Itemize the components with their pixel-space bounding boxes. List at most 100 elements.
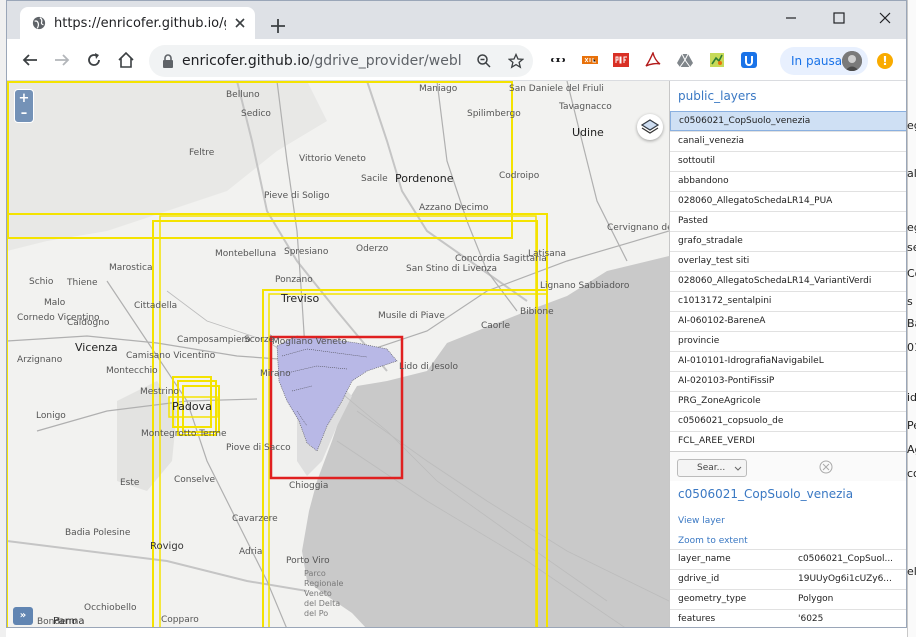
map-place-label: Azzano Decimo — [419, 203, 489, 213]
search-field-select[interactable]: Sear... — [677, 459, 747, 477]
map-place-label: Malo — [44, 298, 66, 308]
layer-list-item[interactable]: Pasted — [670, 211, 906, 231]
layer-list-item[interactable]: c0506021_copsuolo_de — [670, 411, 906, 431]
map-place-label: Caldogno — [67, 318, 110, 328]
layer-list-item[interactable]: 028060_AllegatoSchedaLR14_VariantiVerdi — [670, 271, 906, 291]
browser-window: https://enricofer.github.io/gdrive — [6, 0, 907, 628]
clear-search-icon[interactable] — [819, 460, 833, 474]
zoom-to-extent-link[interactable]: Zoom to extent — [678, 535, 748, 547]
incognito-extension-icon[interactable] — [550, 52, 566, 68]
avatar-image — [842, 51, 862, 71]
browser-tab[interactable]: https://enricofer.github.io/gdrive — [20, 7, 255, 39]
layer-list-item[interactable]: overlay_test siti — [670, 251, 906, 271]
bookmark-star-icon[interactable] — [508, 53, 524, 69]
xml-extension-icon[interactable] — [582, 52, 598, 68]
lock-icon[interactable] — [162, 54, 174, 68]
map-place-label: Latisana — [528, 249, 566, 259]
browser-toolbar: enricofer.github.io/gdrive_provider/webl… — [7, 39, 906, 81]
chevron-down-icon — [734, 466, 742, 471]
map-place-label: Sacile — [361, 174, 388, 184]
map-place-label: Mogliano Veneto — [272, 337, 347, 347]
layer-list-item[interactable]: AI-060102-BareneA — [670, 311, 906, 331]
map-place-label: Cavarzere — [232, 514, 278, 524]
map-place-label: Codroipo — [499, 171, 540, 181]
background-window-text: 01 — [907, 342, 916, 354]
acrobat-extension-icon[interactable] — [645, 52, 661, 68]
map-place-label: San Daniele del Friuli — [509, 84, 604, 94]
map-place-label: Ponzano — [275, 275, 313, 285]
close-tab-icon[interactable] — [232, 15, 248, 31]
map-place-label: Mirano — [260, 369, 291, 379]
map-place-label: Mestrino — [140, 387, 179, 397]
map-place-label: Belluno — [226, 90, 260, 100]
map-place-label: Caorle — [481, 321, 511, 331]
map-place-label: Padova — [172, 400, 212, 413]
layer-list-item[interactable]: c0506021_CopSuolo_venezia — [670, 111, 906, 131]
address-bar[interactable]: enricofer.github.io/gdrive_provider/webl… — [149, 45, 533, 77]
attribute-key: features — [678, 614, 716, 624]
map-place-label: Tavagnacco — [559, 102, 612, 112]
attribute-row: gdrive_id 19UUyOg6i1cUZy6... — [670, 569, 906, 589]
map-place-label: Cervignano del Friuli — [607, 223, 669, 233]
layer-list-item[interactable]: canali_venezia — [670, 131, 906, 151]
layer-list-item[interactable]: abbandono — [670, 171, 906, 191]
home-icon[interactable] — [117, 51, 135, 69]
map-place-label: Camposampiero — [177, 335, 251, 345]
ublock-extension-icon[interactable] — [741, 52, 757, 68]
zoom-out-button[interactable]: – — [17, 107, 31, 121]
layer-list-item[interactable]: grafo_stradale — [670, 231, 906, 251]
profile-button[interactable]: In pausa — [780, 47, 868, 75]
attribute-value: c0506021_CopSuol... — [798, 554, 894, 564]
drive-extension-icon[interactable] — [677, 52, 693, 68]
layers-icon — [640, 119, 660, 134]
layer-list-item[interactable]: AI-010101-IdrografiaNavigabileL — [670, 351, 906, 371]
background-window-text: Ba — [907, 318, 916, 330]
zoom-in-button[interactable]: + — [17, 92, 31, 106]
layer-list-item[interactable]: 028060_AllegatoSchedaLR14_PUA — [670, 191, 906, 211]
background-window-text: al — [907, 168, 916, 180]
map-place-label: Montebelluna — [215, 249, 277, 259]
reload-icon[interactable] — [85, 51, 103, 69]
layer-list-item[interactable]: sottoutil — [670, 151, 906, 171]
map-place-label: Montegrotto Terme — [141, 429, 227, 439]
view-layer-link[interactable]: View layer — [678, 515, 725, 527]
layer-list-item[interactable]: c1013172_sentalpini — [670, 291, 906, 311]
new-tab-icon[interactable] — [269, 17, 287, 35]
prealps-relief — [7, 81, 327, 251]
update-alert-icon[interactable]: ! — [877, 53, 893, 69]
profile-status-label: In pausa — [791, 54, 843, 68]
forward-arrow-icon[interactable] — [53, 51, 71, 69]
zoom-magnifier-icon[interactable] — [476, 53, 492, 69]
url-text[interactable]: enricofer.github.io/gdrive_provider/webl… — [182, 51, 462, 71]
map-place-label: Marostica — [109, 263, 153, 273]
map-place-label: Arzignano — [17, 355, 63, 365]
attribute-value: 19UUyOg6i1cUZy6... — [798, 574, 892, 584]
url-path: /gdrive_provider/weblink... — [309, 53, 462, 69]
layer-switcher-button[interactable] — [637, 114, 663, 140]
maximize-icon[interactable] — [828, 7, 850, 29]
close-window-icon[interactable] — [874, 7, 896, 29]
layer-list-item[interactable]: PRG_ZoneAgricole — [670, 391, 906, 411]
map-place-label: Spresiano — [284, 247, 329, 257]
tab-strip: https://enricofer.github.io/gdrive — [7, 1, 906, 39]
layer-attributes-table: layer_name c0506021_CopSuol... gdrive_id 19… — [670, 549, 906, 627]
map-extension-icon[interactable] — [709, 52, 725, 68]
map-place-label: Rovigo — [150, 541, 184, 552]
map-place-label: Lonigo — [36, 411, 66, 421]
layer-list-item[interactable]: provincie — [670, 331, 906, 351]
back-arrow-icon[interactable] — [21, 51, 39, 69]
attribute-value: Polygon — [798, 594, 834, 604]
background-window-text: co — [907, 468, 916, 480]
map-place-label: Vittorio Veneto — [299, 154, 366, 164]
layer-list-item[interactable]: FCL_AREE_VERDI — [670, 431, 906, 451]
tab-title: https://enricofer.github.io/gdrive — [54, 16, 226, 31]
background-window-text: s — [907, 296, 913, 308]
expand-overview-button[interactable]: » — [13, 607, 33, 625]
minimize-icon[interactable] — [780, 7, 802, 29]
layer-list-item[interactable]: AI-020103-PontiFissiP — [670, 371, 906, 391]
pdf-extension-icon[interactable] — [613, 52, 629, 68]
attribute-row: features '6025 — [670, 609, 906, 627]
map-place-label: Bibione — [520, 307, 554, 317]
background-window-text: eg — [907, 222, 916, 234]
map-canvas[interactable]: Maniago San Daniele del Friuli Tavagnacco S… — [7, 81, 669, 627]
